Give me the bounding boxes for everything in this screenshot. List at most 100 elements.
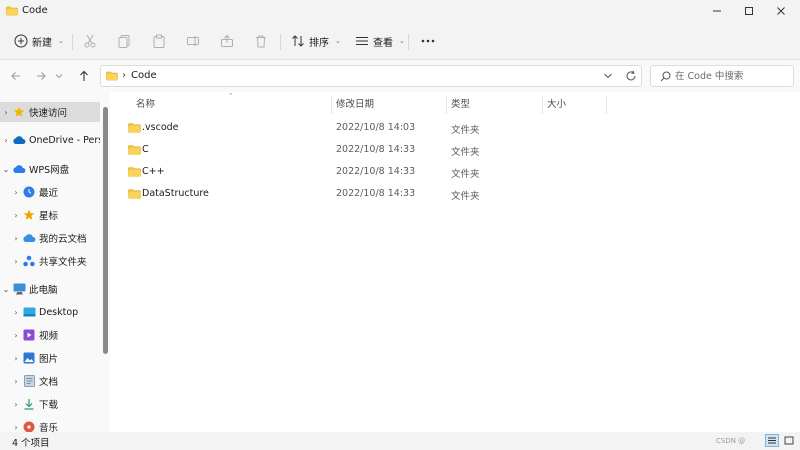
chevron-right-icon[interactable]: ›: [10, 188, 22, 197]
file-type: 文件夹: [451, 169, 480, 180]
sidebar-item-shared-folder[interactable]: › 共享文件夹: [0, 251, 100, 271]
sidebar-item-label: 视频: [39, 331, 59, 342]
refresh-icon[interactable]: [625, 70, 637, 82]
sidebar-item-music[interactable]: › 音乐: [0, 417, 100, 432]
sidebar-item-wps-cloud[interactable]: ⌄ WPS网盘: [0, 159, 100, 179]
chevron-right-icon[interactable]: ›: [10, 423, 22, 432]
sidebar-item-label: 我的云文档: [39, 234, 87, 245]
close-button[interactable]: [764, 0, 798, 22]
back-button[interactable]: [8, 68, 24, 84]
view-button[interactable]: 查看 ⌄: [355, 29, 405, 53]
sidebar-item-onedrive[interactable]: › OneDrive - Pers: [0, 130, 100, 150]
sidebar-item-recent[interactable]: › 最近: [0, 182, 100, 202]
column-header-size[interactable]: 大小: [547, 96, 566, 112]
paste-button[interactable]: [152, 29, 166, 53]
sidebar-item-pictures[interactable]: › 图片: [0, 348, 100, 368]
sidebar-item-label: OneDrive - Pers: [29, 134, 100, 146]
maximize-button[interactable]: [732, 0, 766, 22]
navigation-pane: › 快速访问 › OneDrive - Pers ⌄ WPS网盘 › 最近 › …: [0, 92, 110, 432]
star-icon: [22, 208, 36, 222]
column-divider[interactable]: [331, 96, 332, 114]
video-icon: [22, 328, 36, 342]
sidebar-scrollbar-thumb[interactable]: [103, 107, 108, 354]
table-row[interactable]: C 2022/10/8 14:33 文件夹: [126, 140, 626, 160]
sidebar-item-label: 下载: [39, 400, 59, 411]
sidebar-item-documents[interactable]: › 文档: [0, 371, 100, 391]
sidebar-item-this-pc[interactable]: ⌄ 此电脑: [0, 279, 100, 299]
chevron-down-icon[interactable]: ⌄: [0, 285, 12, 294]
status-bar: 4 个项目 CSDN @: [0, 432, 800, 450]
file-name: C: [142, 144, 149, 155]
sort-ascending-icon: ⌃: [228, 92, 234, 100]
recent-locations-button[interactable]: [54, 68, 64, 84]
chevron-right-icon[interactable]: ›: [10, 400, 22, 409]
sidebar-item-videos[interactable]: › 视频: [0, 325, 100, 345]
search-icon: [660, 71, 671, 82]
paste-icon: [153, 34, 165, 48]
sidebar-item-label: 快速访问: [29, 108, 68, 119]
address-bar[interactable]: › Code: [100, 65, 642, 87]
plus-circle-icon: [14, 34, 28, 48]
search-input[interactable]: [675, 69, 789, 84]
tiles-view-icon: [784, 436, 794, 445]
file-modified: 2022/10/8 14:03: [336, 122, 416, 133]
command-bar: 新建 ⌄ 排序 ⌄ 查看 ⌄: [0, 22, 800, 60]
table-row[interactable]: .vscode 2022/10/8 14:03 文件夹: [126, 118, 626, 138]
file-list: ⌃ 名称 修改日期 类型 大小 .vscode 2022/10/8 14:03 …: [110, 92, 800, 432]
chevron-down-icon[interactable]: ⌄: [0, 165, 12, 174]
rename-button[interactable]: [186, 29, 200, 53]
new-button[interactable]: 新建 ⌄: [14, 29, 64, 53]
more-options-button[interactable]: [420, 29, 436, 53]
sidebar-item-downloads[interactable]: › 下载: [0, 394, 100, 414]
column-divider[interactable]: [606, 96, 607, 114]
chevron-down-icon[interactable]: [603, 71, 613, 81]
minimize-button[interactable]: [700, 0, 734, 22]
copy-button[interactable]: [117, 29, 131, 53]
folder-icon: [128, 145, 141, 155]
file-modified: 2022/10/8 14:33: [336, 166, 416, 177]
sidebar-item-starred[interactable]: › 星标: [0, 205, 100, 225]
sidebar-item-label: 图片: [39, 354, 59, 365]
chevron-right-icon[interactable]: ›: [10, 211, 22, 220]
sidebar-item-label: 星标: [39, 211, 59, 222]
table-row[interactable]: C++ 2022/10/8 14:33 文件夹: [126, 162, 626, 182]
table-row[interactable]: DataStructure 2022/10/8 14:33 文件夹: [126, 184, 626, 204]
sidebar-item-my-cloud-docs[interactable]: › 我的云文档: [0, 228, 100, 248]
chevron-right-icon[interactable]: ›: [10, 234, 22, 243]
column-divider[interactable]: [542, 96, 543, 114]
chevron-down-icon: ⌄: [399, 37, 405, 45]
cloud-icon: [22, 231, 36, 245]
sidebar-item-desktop[interactable]: › Desktop: [0, 302, 100, 322]
sidebar-item-label: WPS网盘: [29, 165, 70, 176]
chevron-right-icon[interactable]: ›: [10, 377, 22, 386]
cut-button[interactable]: [83, 29, 97, 53]
details-view-button[interactable]: [765, 434, 779, 447]
sort-button[interactable]: 排序 ⌄: [291, 29, 341, 53]
column-header-type[interactable]: 类型: [451, 96, 470, 112]
chevron-right-icon[interactable]: ›: [10, 257, 22, 266]
toolbar-divider: [408, 34, 409, 50]
file-modified: 2022/10/8 14:33: [336, 188, 416, 199]
chevron-down-icon: [55, 74, 63, 79]
sort-icon: [292, 35, 304, 47]
chevron-right-icon[interactable]: ›: [0, 136, 12, 145]
sidebar-item-label: 音乐: [39, 423, 59, 432]
chevron-right-icon[interactable]: ›: [10, 308, 22, 317]
up-button[interactable]: [76, 68, 92, 84]
forward-button[interactable]: [33, 68, 49, 84]
minimize-icon: [713, 10, 721, 12]
sidebar-item-quick-access[interactable]: › 快速访问: [0, 102, 100, 122]
chevron-right-icon[interactable]: ›: [10, 354, 22, 363]
address-row: › Code: [0, 60, 800, 92]
folder-icon: [128, 189, 141, 199]
column-header-modified[interactable]: 修改日期: [336, 96, 374, 112]
star-icon: [12, 105, 26, 119]
breadcrumb-item[interactable]: Code: [131, 70, 157, 81]
delete-button[interactable]: [254, 29, 268, 53]
column-header-name[interactable]: 名称: [136, 96, 155, 112]
chevron-right-icon[interactable]: ›: [0, 108, 12, 117]
chevron-right-icon[interactable]: ›: [10, 331, 22, 340]
column-divider[interactable]: [446, 96, 447, 114]
share-button[interactable]: [220, 29, 234, 53]
tiles-view-button[interactable]: [782, 434, 796, 447]
